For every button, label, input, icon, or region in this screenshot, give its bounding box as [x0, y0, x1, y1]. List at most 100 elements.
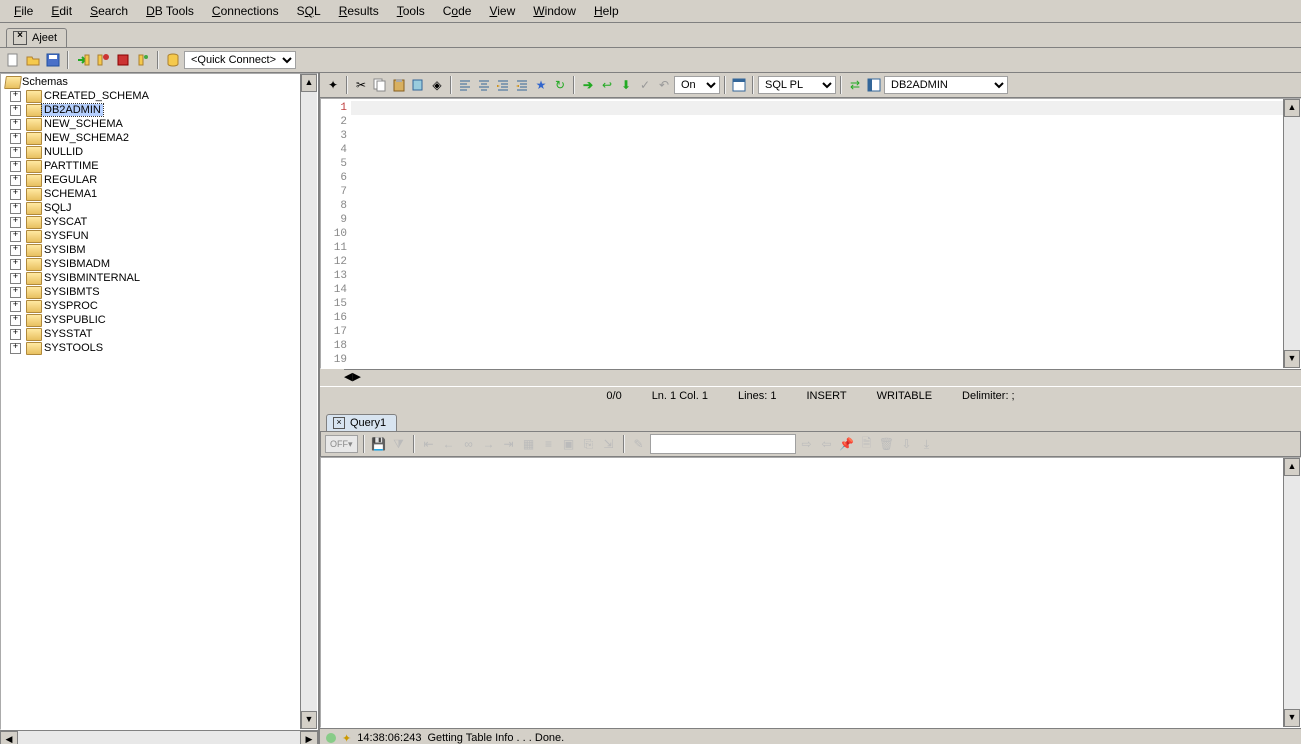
nav-prev-icon[interactable]: ←	[440, 435, 458, 453]
expand-icon[interactable]: +	[10, 301, 21, 312]
copy2-icon[interactable]	[409, 76, 427, 94]
toggle-combo[interactable]: On	[674, 76, 720, 94]
results-vscroll[interactable]: ▲ ▼	[1283, 458, 1300, 727]
expand-icon[interactable]: +	[10, 133, 21, 144]
sidebar-vscroll[interactable]: ▲ ▼	[300, 74, 317, 729]
panel-icon[interactable]	[730, 76, 748, 94]
expand-icon[interactable]: +	[10, 217, 21, 228]
sql-editor[interactable]: 1234567891011121314151617181920 ▲ ▼	[320, 98, 1301, 369]
tree-item[interactable]: +NEW_SCHEMA	[2, 117, 316, 131]
scroll-down-icon[interactable]: ▼	[301, 711, 317, 729]
tree-item[interactable]: +NEW_SCHEMA2	[2, 131, 316, 145]
paste-icon[interactable]	[390, 76, 408, 94]
menu-edit[interactable]: Edit	[42, 2, 81, 20]
filter-icon[interactable]: ⧩	[390, 435, 408, 453]
expand-icon[interactable]: +	[10, 231, 21, 242]
tree-item[interactable]: +SYSPUBLIC	[2, 313, 316, 327]
tree-item[interactable]: +SYSCAT	[2, 215, 316, 229]
menu-connections[interactable]: Connections	[203, 2, 288, 20]
menu-view[interactable]: View	[480, 2, 524, 20]
down-icon[interactable]: ⇩	[898, 435, 916, 453]
expand-icon[interactable]: +	[10, 343, 21, 354]
scroll-down-icon[interactable]: ▼	[1284, 709, 1300, 727]
scroll-up-icon[interactable]: ▲	[301, 74, 317, 92]
expand-icon[interactable]: +	[10, 105, 21, 116]
scroll-left-icon[interactable]: ◀	[0, 731, 18, 744]
tree-item[interactable]: +SYSPROC	[2, 299, 316, 313]
tree-item[interactable]: +SQLJ	[2, 201, 316, 215]
menu-search[interactable]: Search	[81, 2, 137, 20]
nav-next-icon[interactable]: →	[480, 435, 498, 453]
off-toggle[interactable]: OFF ▾	[325, 435, 358, 453]
expand-icon[interactable]: +	[10, 273, 21, 284]
cut-icon[interactable]: ✂	[352, 76, 370, 94]
tree-item[interactable]: +SCHEMA1	[2, 187, 316, 201]
editor-vscroll[interactable]: ▲ ▼	[1283, 99, 1300, 368]
expand-icon[interactable]: +	[10, 259, 21, 270]
schema-tree[interactable]: Schemas+CREATED_SCHEMA+DB2ADMIN+NEW_SCHE…	[1, 74, 317, 356]
nav-glasses-icon[interactable]: ∞	[460, 435, 478, 453]
expand-icon[interactable]: +	[10, 119, 21, 130]
scroll-right-icon[interactable]: ▶	[352, 370, 360, 386]
tree-item[interactable]: +SYSIBMTS	[2, 285, 316, 299]
align-left-icon[interactable]	[456, 76, 474, 94]
refresh-icon[interactable]: ↻	[551, 76, 569, 94]
find-next-icon[interactable]: ⇨	[798, 435, 816, 453]
scroll-left-icon[interactable]: ◀	[344, 370, 352, 386]
find-prev-icon[interactable]: ⇦	[818, 435, 836, 453]
quick-connect-combo[interactable]: <Quick Connect>	[184, 51, 296, 69]
panel2-icon[interactable]	[865, 76, 883, 94]
open-icon[interactable]	[24, 51, 42, 69]
pin-icon[interactable]: 📌	[838, 435, 856, 453]
trash-icon[interactable]: 🗑	[878, 435, 896, 453]
tree-item[interactable]: +REGULAR	[2, 173, 316, 187]
save-icon[interactable]	[44, 51, 62, 69]
doc-icon[interactable]: 🗎	[858, 435, 876, 453]
tree-item[interactable]: +CREATED_SCHEMA	[2, 89, 316, 103]
export-icon[interactable]: ⇲	[600, 435, 618, 453]
collapse-icon[interactable]: ⤓	[918, 435, 936, 453]
menu-tools[interactable]: Tools	[388, 2, 434, 20]
check-icon[interactable]: ✓	[636, 76, 654, 94]
tree-item[interactable]: +DB2ADMIN	[2, 103, 316, 117]
save-result-icon[interactable]: 💾	[370, 435, 388, 453]
menu-results[interactable]: Results	[330, 2, 388, 20]
indent-icon[interactable]	[494, 76, 512, 94]
expand-icon[interactable]: +	[10, 147, 21, 158]
scroll-right-icon[interactable]: ▶	[300, 731, 318, 744]
form-icon[interactable]: ▣	[560, 435, 578, 453]
nav-last-icon[interactable]: ⇥	[500, 435, 518, 453]
scroll-up-icon[interactable]: ▲	[1284, 99, 1300, 117]
query-tab[interactable]: × Query1	[326, 414, 397, 431]
tree-item[interactable]: +NULLID	[2, 145, 316, 159]
lang-combo[interactable]: SQL PL	[758, 76, 836, 94]
wand-icon[interactable]: ✦	[324, 76, 342, 94]
run-icon[interactable]: ➔	[579, 76, 597, 94]
tree-item[interactable]: +SYSFUN	[2, 229, 316, 243]
tag-icon[interactable]: ◈	[428, 76, 446, 94]
close-icon[interactable]: ×	[333, 417, 345, 429]
copy-icon[interactable]	[371, 76, 389, 94]
run-down-icon[interactable]: ⬇	[617, 76, 635, 94]
disconnect-icon[interactable]	[94, 51, 112, 69]
editor-textarea[interactable]	[351, 99, 1300, 368]
link-icon[interactable]: ⇄	[846, 76, 864, 94]
db-icon[interactable]	[164, 51, 182, 69]
tree-item[interactable]: +SYSIBM	[2, 243, 316, 257]
nav-first-icon[interactable]: ⇤	[420, 435, 438, 453]
connection-tab[interactable]: × Ajeet	[6, 28, 67, 47]
menu-file[interactable]: File	[5, 2, 42, 20]
expand-icon[interactable]: +	[10, 91, 21, 102]
scroll-down-icon[interactable]: ▼	[1284, 350, 1300, 368]
star-icon[interactable]: ★	[532, 76, 550, 94]
editor-hscroll[interactable]: ◀ ▶	[344, 369, 1301, 386]
server-icon[interactable]	[134, 51, 152, 69]
tree-item[interactable]: +SYSTOOLS	[2, 341, 316, 355]
expand-icon[interactable]: +	[10, 203, 21, 214]
tree-item[interactable]: +SYSIBMADM	[2, 257, 316, 271]
schema-combo[interactable]: DB2ADMIN	[884, 76, 1008, 94]
expand-icon[interactable]: +	[10, 315, 21, 326]
copy-result-icon[interactable]: ⎘	[580, 435, 598, 453]
expand-icon[interactable]: +	[10, 245, 21, 256]
expand-icon[interactable]: +	[10, 189, 21, 200]
